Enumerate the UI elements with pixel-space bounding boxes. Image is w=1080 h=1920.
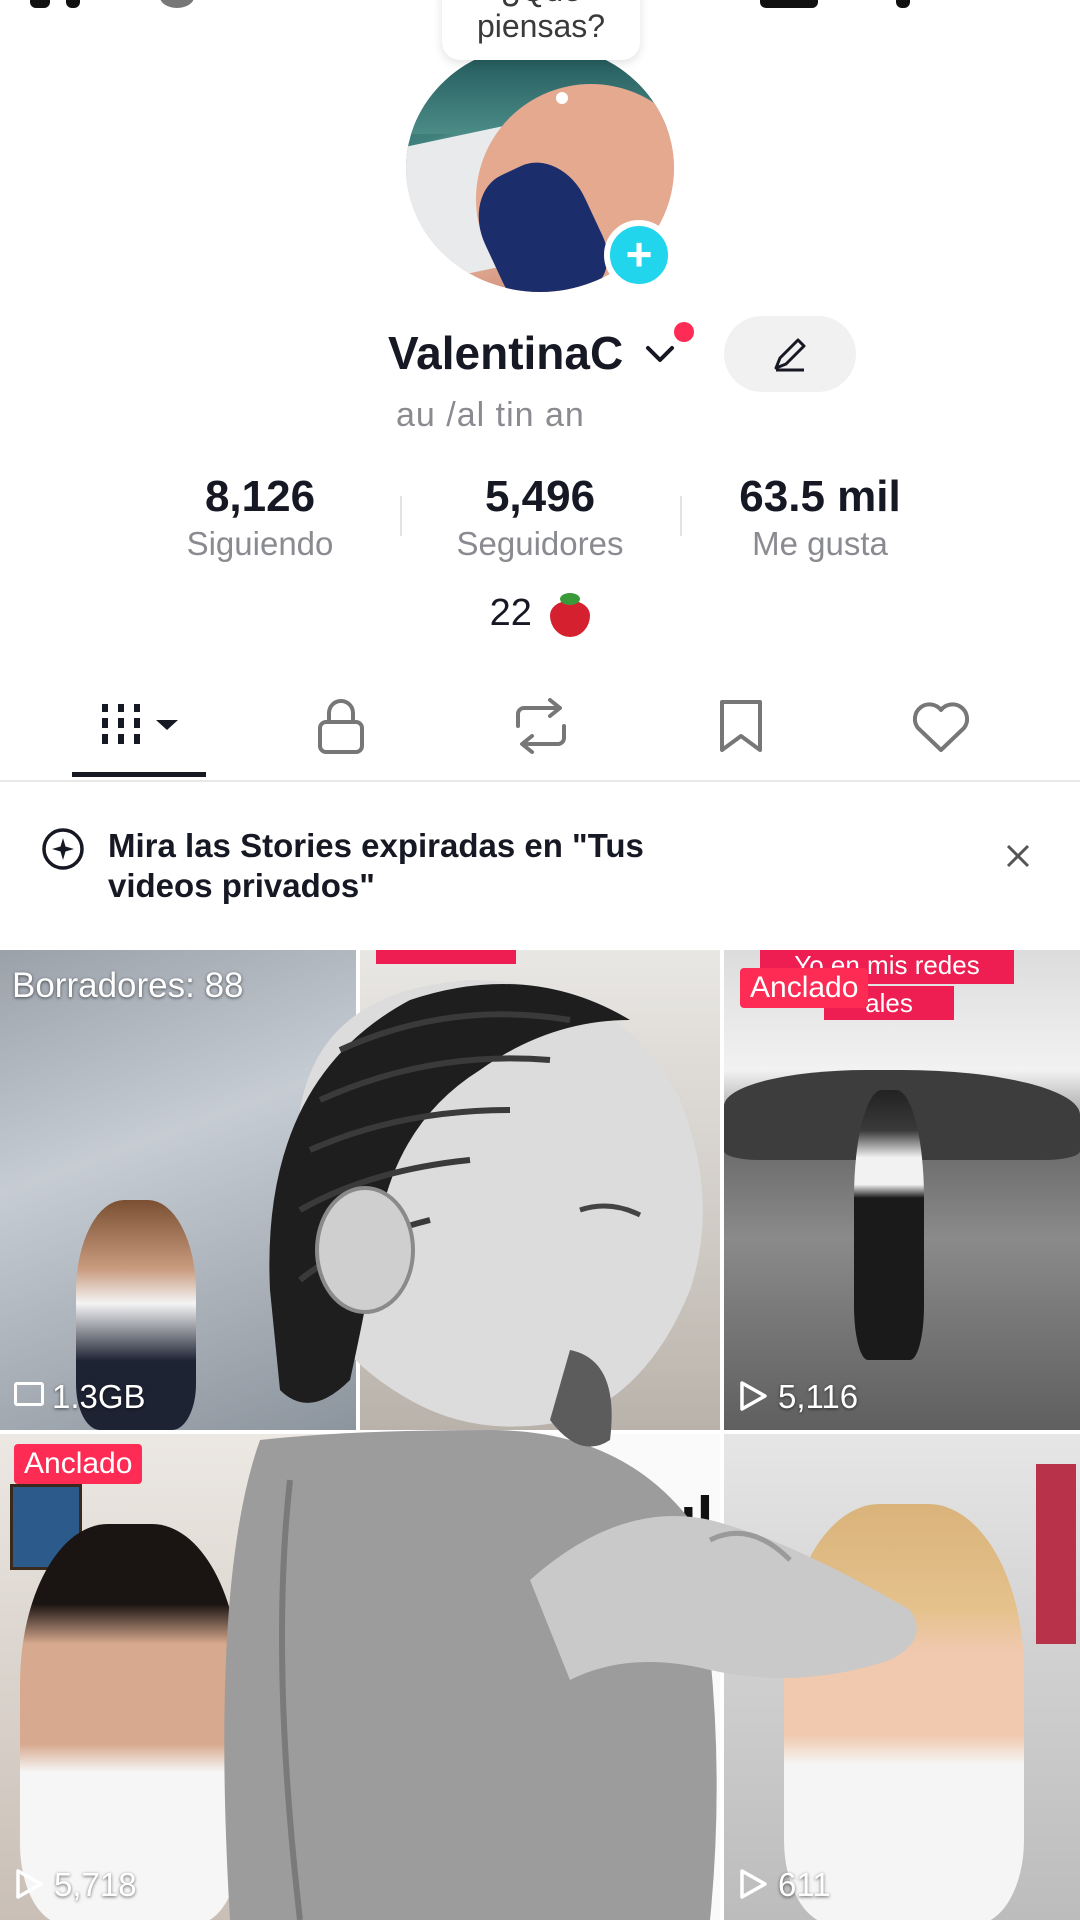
bookmark-icon [720,700,762,752]
stat-value: 8,126 [204,472,316,521]
stat-label: Me gusta [752,525,888,562]
thought-bubble[interactable]: ¿Qué piensas? [442,0,640,60]
expired-stories-banner[interactable]: Mira las Stories expiradas en "Tus video… [0,800,1080,940]
play-count-value: 611 [778,1866,831,1903]
play-count: 611 [738,1866,831,1904]
strawberry-counter[interactable]: 22 [0,592,1080,637]
stat-likes[interactable]: 63.5 mil Me gusta [710,470,930,564]
stat-followers[interactable]: 5,496 Seguidores [430,470,650,564]
plus-icon[interactable]: + [604,220,674,290]
play-icon [16,1869,43,1899]
tab-private[interactable] [316,696,366,756]
thought-bubble-tail [556,92,568,104]
tab-favorites[interactable] [718,696,764,756]
profile-handle: au /al tin an [396,396,585,434]
drafts-tile[interactable]: Borradores: 88 1.3GB [0,950,356,1430]
profile-username[interactable]: ValentinaC [388,326,623,380]
video-overlay-text: ul [660,1485,714,1552]
close-icon[interactable] [1002,840,1034,872]
video-tile[interactable]: Anclado 5,718 [0,1434,356,1920]
caption-strip [376,950,516,964]
drafts-label: Borradores: 88 [12,966,244,1005]
pinned-badge: Anclado [14,1444,143,1484]
divider [680,496,682,536]
stat-label: Seguidores [456,525,624,562]
thought-bubble-line1: ¿Qué [442,0,640,8]
strawberry-count: 22 [489,592,532,634]
grid-icon [102,704,178,744]
profile-avatar[interactable]: + [404,44,676,292]
video-tile[interactable]: ul [360,1434,720,1920]
stat-value: 63.5 mil [739,472,901,521]
video-tile[interactable]: 611 [724,1434,1080,1920]
chevron-down-icon[interactable] [644,338,676,370]
play-icon [740,1869,767,1899]
edit-profile-button[interactable] [724,316,856,392]
play-count-value: 5,718 [54,1866,137,1903]
video-tile[interactable]: Yo en mis redes ales Anclado 5,116 [724,950,1080,1430]
banner-text: Mira las Stories expiradas en "Tus video… [108,827,644,904]
tab-reposts[interactable] [510,696,572,756]
folder-icon [14,1382,44,1406]
stat-following[interactable]: 8,126 Siguiendo [150,470,370,564]
heart-icon [912,702,970,752]
tab-videos[interactable] [100,696,190,756]
drafts-size: 1.3GB [52,1378,146,1415]
strawberry-icon [550,592,591,637]
repost-icon [516,698,566,754]
play-count-value: 5,116 [778,1378,859,1415]
video-grid: Borradores: 88 1.3GB Yo en mis redes ale… [0,950,1080,1920]
story-icon [42,828,84,870]
video-tile[interactable] [360,950,720,1430]
tab-liked[interactable] [910,696,972,756]
notification-dot [674,322,694,342]
play-count: 5,116 [738,1378,858,1416]
thought-bubble-line2: piensas? [476,8,606,44]
pinned-badge: Anclado [740,968,869,1008]
lock-icon [318,699,364,754]
profile-tabs [0,680,1080,782]
stat-label: Siguiendo [186,525,334,562]
active-tab-indicator [72,772,206,777]
stat-value: 5,496 [484,472,596,521]
play-icon [740,1381,767,1411]
divider [400,496,402,536]
pencil-icon [774,338,806,372]
play-count: 5,718 [14,1866,137,1904]
